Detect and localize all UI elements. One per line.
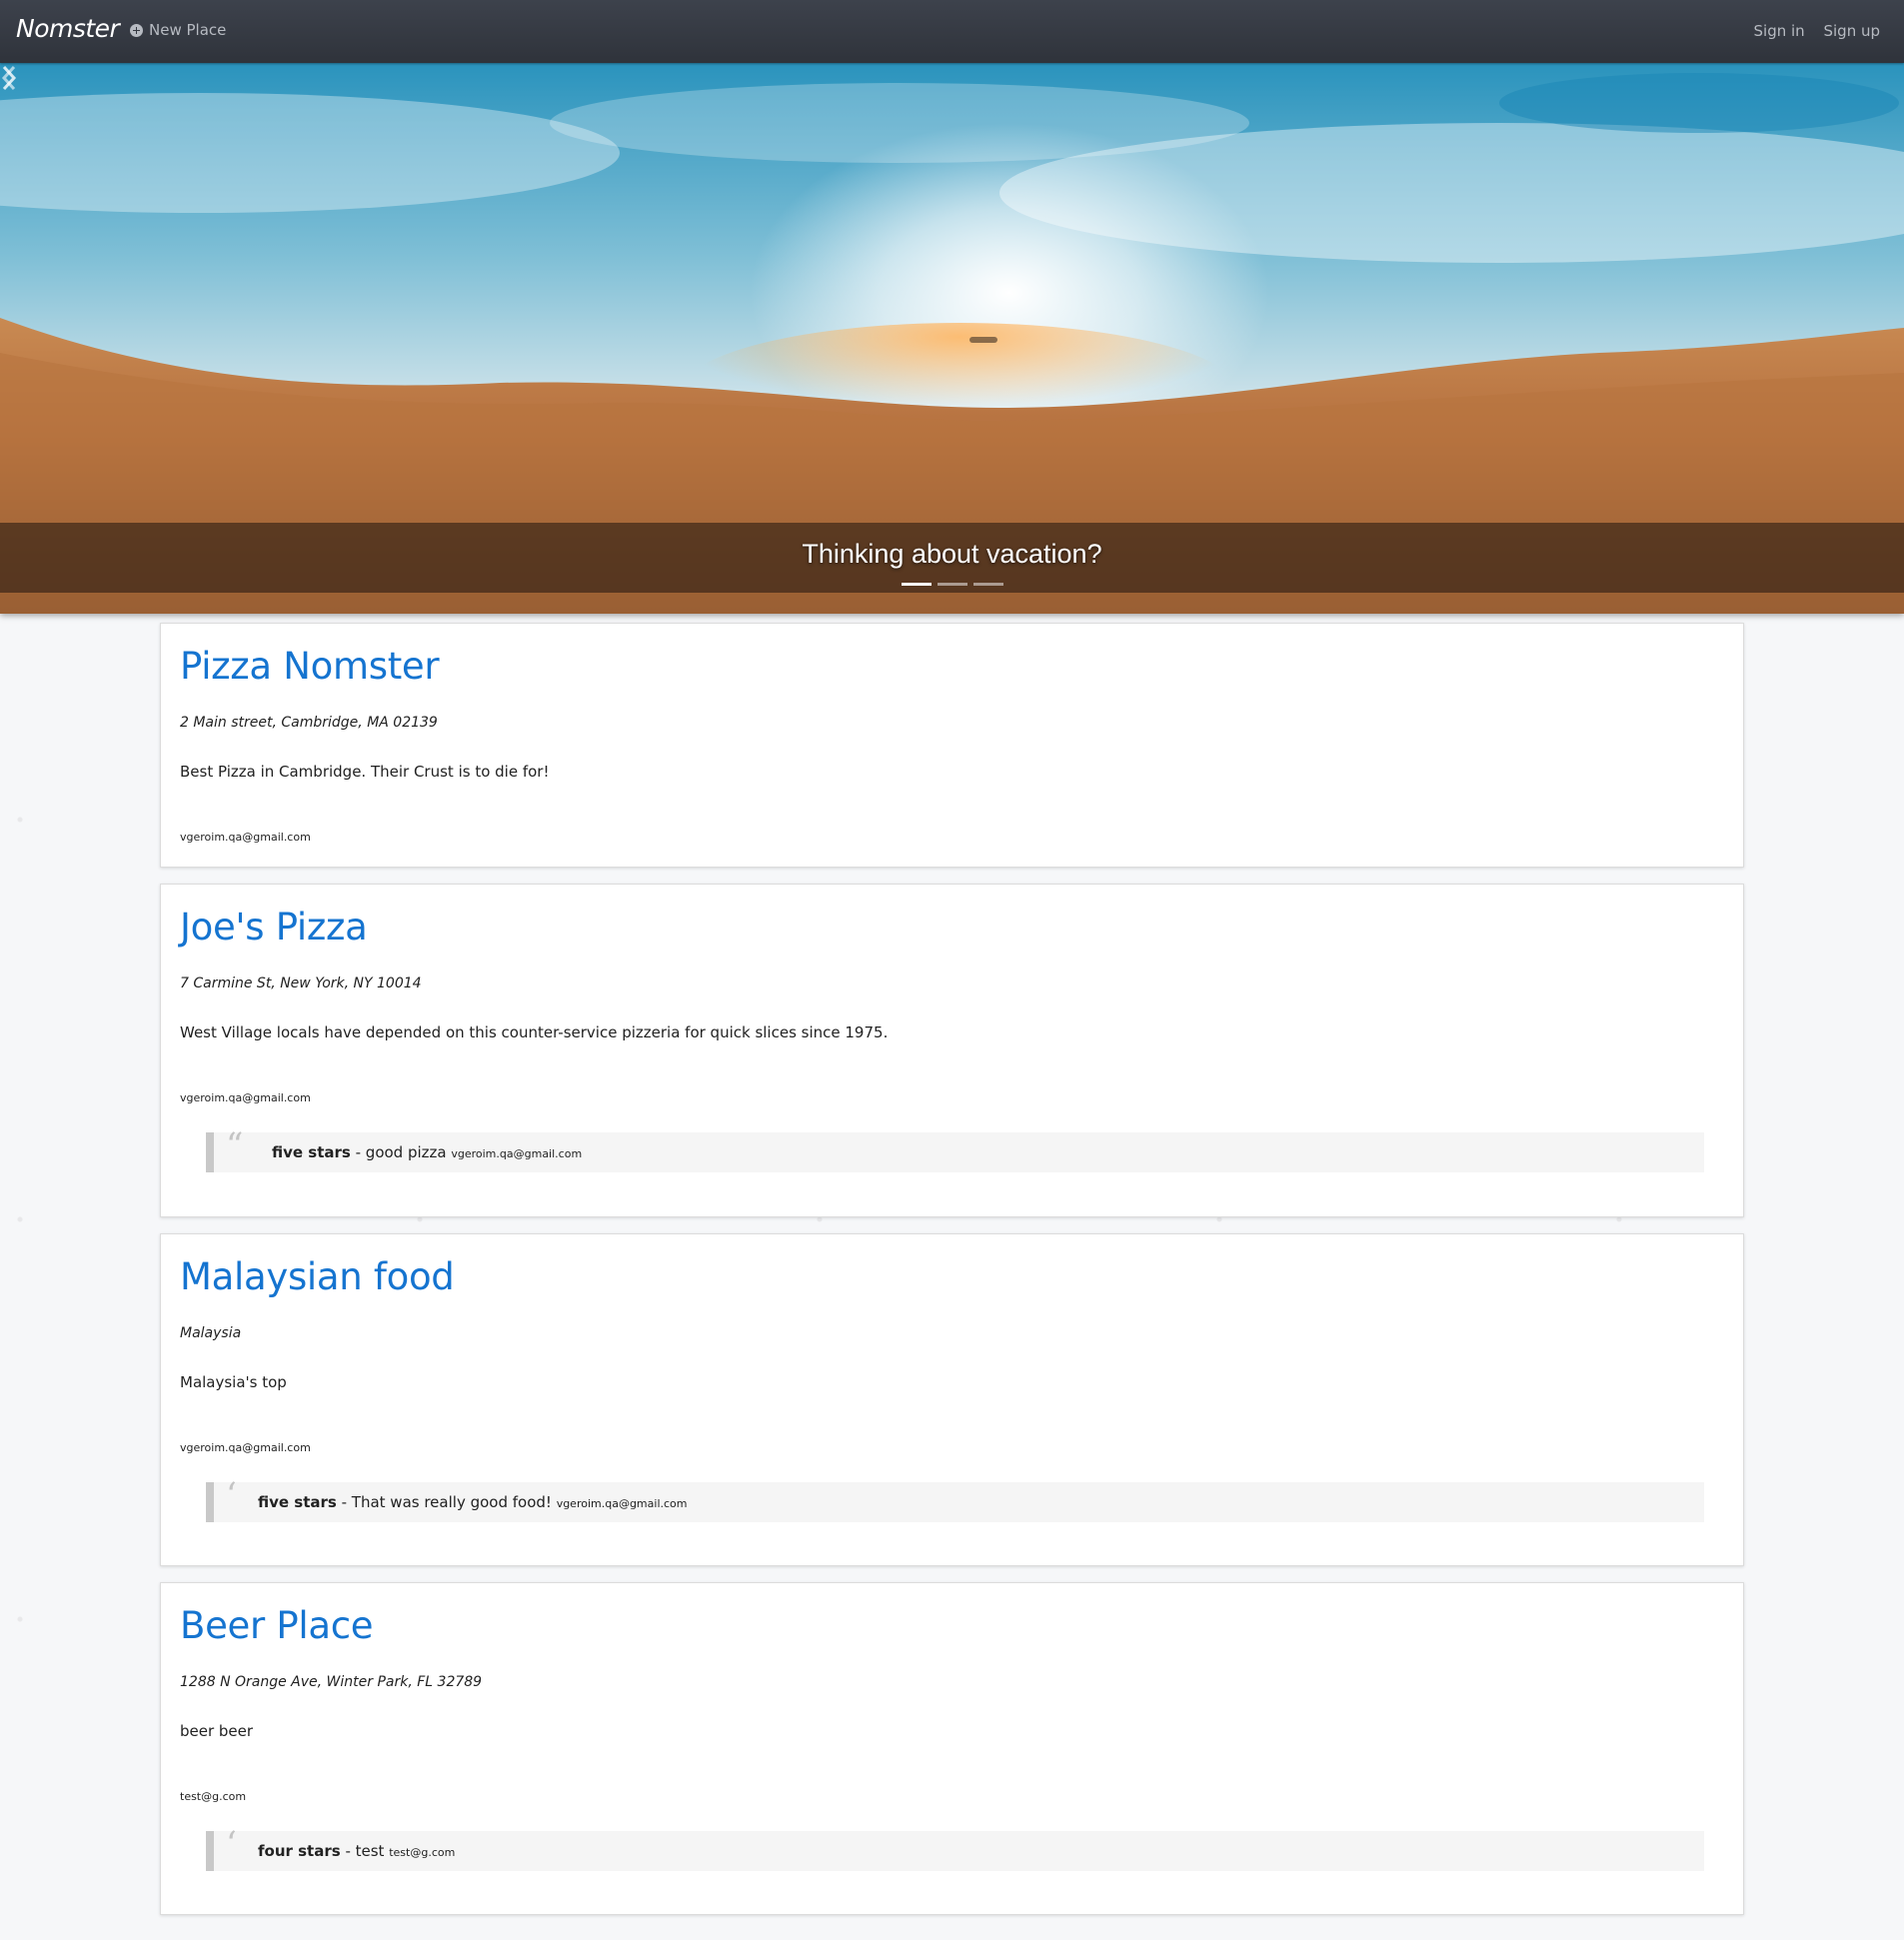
place-owner-email: vgeroim.qa@gmail.com (180, 1441, 311, 1454)
carousel-indicator[interactable] (972, 583, 1003, 586)
sign-up-link[interactable]: Sign up (1823, 22, 1880, 40)
comment-author-email: test@g.com (389, 1846, 456, 1859)
comment-blockquote: ‘ five stars - That was really good food… (206, 1478, 1704, 1522)
hero-carousel: Thinking about vacation? (0, 63, 1904, 614)
place-description: West Village locals have depended on thi… (180, 1023, 889, 1041)
comment-rating: four stars (258, 1842, 341, 1860)
plus-circle-icon (130, 23, 143, 37)
new-place-label: New Place (149, 21, 227, 39)
place-description: Best Pizza in Cambridge. Their Crust is … (180, 763, 550, 781)
place-owner-email: vgeroim.qa@gmail.com (180, 831, 311, 844)
comment-rating: five stars (258, 1493, 337, 1511)
place-title[interactable]: Pizza Nomster (180, 645, 440, 688)
comment-author-email: vgeroim.qa@gmail.com (556, 1497, 688, 1510)
comment-body: - good pizza (350, 1143, 452, 1161)
carousel-indicator[interactable] (937, 583, 967, 586)
place-address: 7 Carmine St, New York, NY 10014 (180, 975, 422, 991)
place-card: Malaysian food Malaysia Malaysia's top v… (160, 1233, 1744, 1566)
comment-body: - test (340, 1842, 390, 1860)
comment-text: four stars - test test@g.com (258, 1842, 455, 1860)
comment-text: five stars - good pizza vgeroim.qa@gmail… (272, 1143, 582, 1161)
place-title[interactable]: Beer Place (180, 1604, 374, 1647)
comment-body: - That was really good food! (336, 1493, 557, 1511)
quote-icon: ‘ (226, 1824, 237, 1864)
carousel-indicator[interactable] (901, 583, 932, 586)
brand-logo[interactable]: Nomster (16, 14, 120, 43)
sign-in-link[interactable]: Sign in (1754, 22, 1805, 40)
navbar: Nomster New Place Sign in Sign up (0, 0, 1904, 63)
place-title[interactable]: Joe's Pizza (180, 906, 368, 949)
place-address: 1288 N Orange Ave, Winter Park, FL 32789 (180, 1674, 483, 1690)
quote-icon: ‘ (226, 1475, 237, 1515)
comment-text: five stars - That was really good food! … (258, 1493, 688, 1511)
place-address: Malaysia (180, 1325, 242, 1341)
new-place-link[interactable]: New Place (130, 21, 226, 39)
place-owner-email: test@g.com (180, 1790, 247, 1803)
place-owner-email: vgeroim.qa@gmail.com (180, 1091, 311, 1104)
place-description: Malaysia's top (180, 1373, 287, 1391)
comment-blockquote: ‘ four stars - test test@g.com (206, 1827, 1704, 1871)
comment-author-email: vgeroim.qa@gmail.com (451, 1147, 583, 1160)
auth-links: Sign in Sign up (1740, 22, 1880, 40)
place-card: Joe's Pizza 7 Carmine St, New York, NY 1… (160, 884, 1744, 1217)
comment-rating: five stars (272, 1143, 351, 1161)
comment-blockquote: “ five stars - good pizza vgeroim.qa@gma… (206, 1128, 1704, 1172)
quote-icon: “ (226, 1125, 244, 1165)
carousel-indicators (0, 583, 1904, 586)
place-address: 2 Main street, Cambridge, MA 02139 (180, 715, 438, 731)
chevron-right-icon[interactable] (0, 63, 18, 93)
place-title[interactable]: Malaysian food (180, 1255, 455, 1298)
carousel-caption: Thinking about vacation? (802, 539, 1102, 569)
place-card: Pizza Nomster 2 Main street, Cambridge, … (160, 623, 1744, 868)
place-card: Beer Place 1288 N Orange Ave, Winter Par… (160, 1582, 1744, 1915)
place-description: beer beer (180, 1722, 254, 1740)
